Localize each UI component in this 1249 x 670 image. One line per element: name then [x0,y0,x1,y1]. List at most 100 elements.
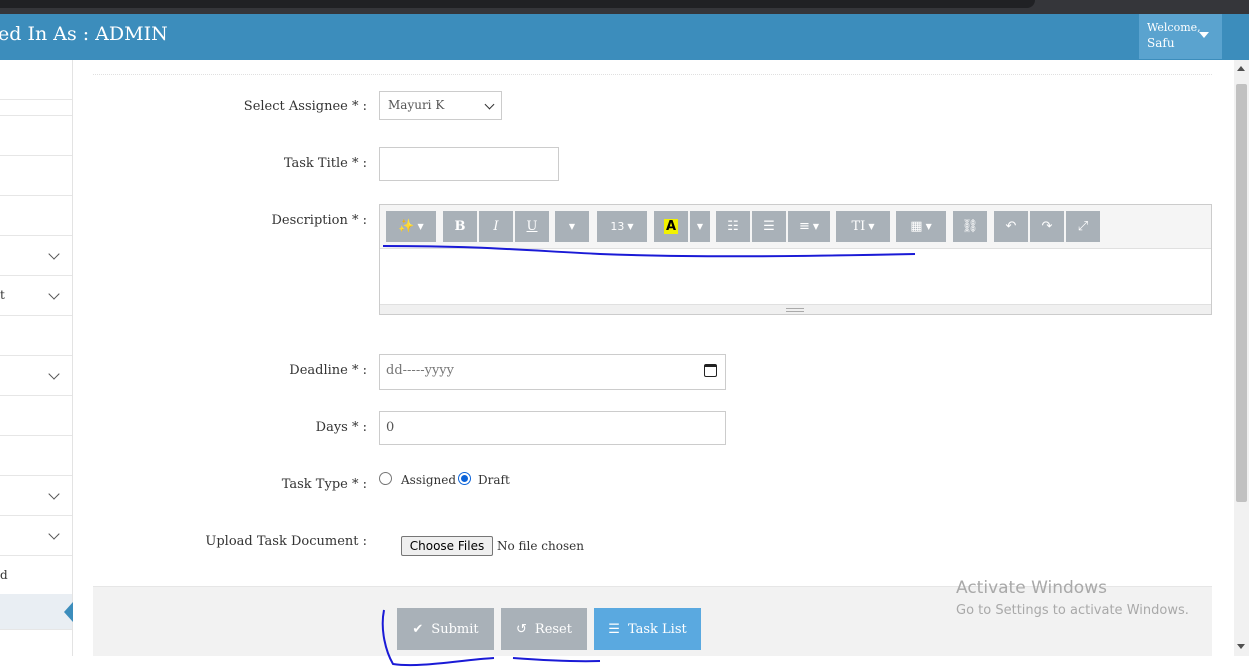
highlight-button[interactable]: A [654,211,688,242]
submit-label: Submit [431,621,479,637]
highlight-dropdown[interactable]: ▼ [690,211,710,242]
no-file-text: No file chosen [497,539,584,553]
sidebar-item[interactable] [0,76,72,116]
link-button[interactable]: ⛓ [953,211,987,242]
grip-icon [786,308,804,312]
unordered-list-button[interactable]: ☰ [752,211,786,242]
sidebar-item[interactable] [0,316,72,356]
highlight-icon: A [663,219,679,234]
undo-button[interactable]: ↶ [994,211,1028,242]
caret-down-icon [1199,32,1209,38]
days-label: Days * : [315,420,367,435]
deadline-label: Deadline * : [289,363,367,378]
sidebar-item[interactable] [0,236,72,276]
text-height-icon: TI [851,219,866,234]
task-type-label: Task Type * : [281,477,367,492]
reset-icon: ↺ [516,621,527,637]
sidebar-item[interactable] [0,116,72,156]
scroll-down-icon[interactable] [1237,644,1245,649]
link-icon: ⛓ [961,219,979,234]
task-type-draft-radio[interactable] [458,472,471,485]
sidebar: t d [0,60,73,656]
italic-button[interactable]: I [479,211,513,242]
sidebar-item[interactable] [0,396,72,436]
sidebar-item[interactable] [0,196,72,236]
sidebar-item-label: d [0,568,8,582]
sidebar-item[interactable]: t [0,276,72,316]
font-size-button[interactable]: 13 ▼ [597,211,647,242]
align-icon: ≡ [798,219,810,234]
more-styles-button[interactable]: ▼ [555,211,589,242]
user-name: Safu [1147,36,1175,50]
magic-icon: ✨ [398,219,415,234]
task-title-label: Task Title * : [283,156,367,171]
description-textarea[interactable] [380,249,1211,304]
unordered-list-icon: ☰ [763,219,775,234]
assignee-select[interactable]: Mayuri K [379,91,502,120]
magic-style-button[interactable]: ✨ ▼ [386,211,436,242]
deadline-input[interactable]: dd-----yyyy [379,354,726,390]
activate-windows-title: Activate Windows [956,578,1107,598]
scroll-up-icon[interactable] [1237,66,1245,71]
table-icon: ▦ [910,219,923,234]
underline-button[interactable]: U [515,211,549,242]
submit-button[interactable]: ✔ Submit [397,608,494,650]
redo-icon: ↷ [1041,219,1053,234]
sidebar-item[interactable]: d [0,556,72,596]
bold-button[interactable]: B [443,211,477,242]
sidebar-item[interactable] [0,356,72,396]
assignee-label: Select Assignee * : [243,99,367,114]
align-button[interactable]: ≡ ▼ [788,211,830,242]
editor-toolbar: ✨ ▼ B I U ▼ 13 ▼ A ▼ ☷ ☰ ≡ ▼ TI ▼ ▦ ▼ ⛓ ↶ ↷ ⤢ [380,205,1211,249]
annotation-scribbles [381,245,916,667]
sidebar-item[interactable] [0,516,72,556]
user-menu[interactable]: Welcome, Safu [1139,14,1222,59]
check-icon: ✔ [412,621,424,637]
fullscreen-button[interactable]: ⤢ [1066,211,1100,242]
ordered-list-button[interactable]: ☷ [716,211,750,242]
assignee-value: Mayuri K [388,98,445,112]
chevron-down-icon [48,528,60,540]
choose-files-button[interactable]: Choose Files [401,536,493,556]
ordered-list-icon: ☷ [727,219,739,234]
chevron-down-icon [48,288,60,300]
scroll-thumb[interactable] [1236,84,1247,502]
chevron-down-icon [484,99,495,110]
description-label: Description * : [271,213,368,228]
reset-button[interactable]: ↺ Reset [501,608,587,650]
task-list-button[interactable]: ☰ Task List [594,608,701,650]
deadline-placeholder: dd-----yyyy [386,363,454,378]
chevron-down-icon [48,248,60,260]
task-title-input[interactable] [379,147,559,181]
task-list-label: Task List [627,621,687,637]
redo-button[interactable]: ↷ [1030,211,1064,242]
task-type-draft-label: Draft [478,473,510,487]
sidebar-item[interactable] [0,476,72,516]
text-height-button[interactable]: TI ▼ [836,211,890,242]
welcome-text: Welcome, [1147,21,1201,34]
days-input[interactable]: 0 [379,411,726,445]
undo-icon: ↶ [1005,219,1017,234]
browser-top-strip [0,0,1249,14]
sidebar-item-active[interactable] [0,594,73,630]
bottom-strip [0,656,1249,670]
logged-in-title: ed In As : ADMIN [0,23,168,45]
reset-label: Reset [534,621,572,637]
sidebar-item[interactable] [0,436,72,476]
task-type-assigned-radio[interactable] [379,472,392,485]
description-editor: ✨ ▼ B I U ▼ 13 ▼ A ▼ ☷ ☰ ≡ ▼ TI ▼ ▦ ▼ ⛓ ↶ ↷ ⤢ [379,204,1212,315]
editor-resize-handle[interactable] [380,304,1211,314]
sidebar-item-label: t [0,288,5,302]
chevron-down-icon [48,488,60,500]
table-button[interactable]: ▦ ▼ [896,211,946,242]
list-icon: ☰ [608,621,620,637]
page-scrollbar[interactable] [1234,60,1249,656]
upload-label: Upload Task Document : [205,534,367,549]
top-header: ed In As : ADMIN Welcome, Safu [0,14,1249,60]
fullscreen-icon: ⤢ [1077,219,1089,234]
sidebar-item[interactable] [0,156,72,196]
calendar-icon[interactable] [704,364,717,377]
chevron-down-icon [48,368,60,380]
font-size-value: 13 [610,220,625,233]
form-top-divider [93,74,1212,75]
